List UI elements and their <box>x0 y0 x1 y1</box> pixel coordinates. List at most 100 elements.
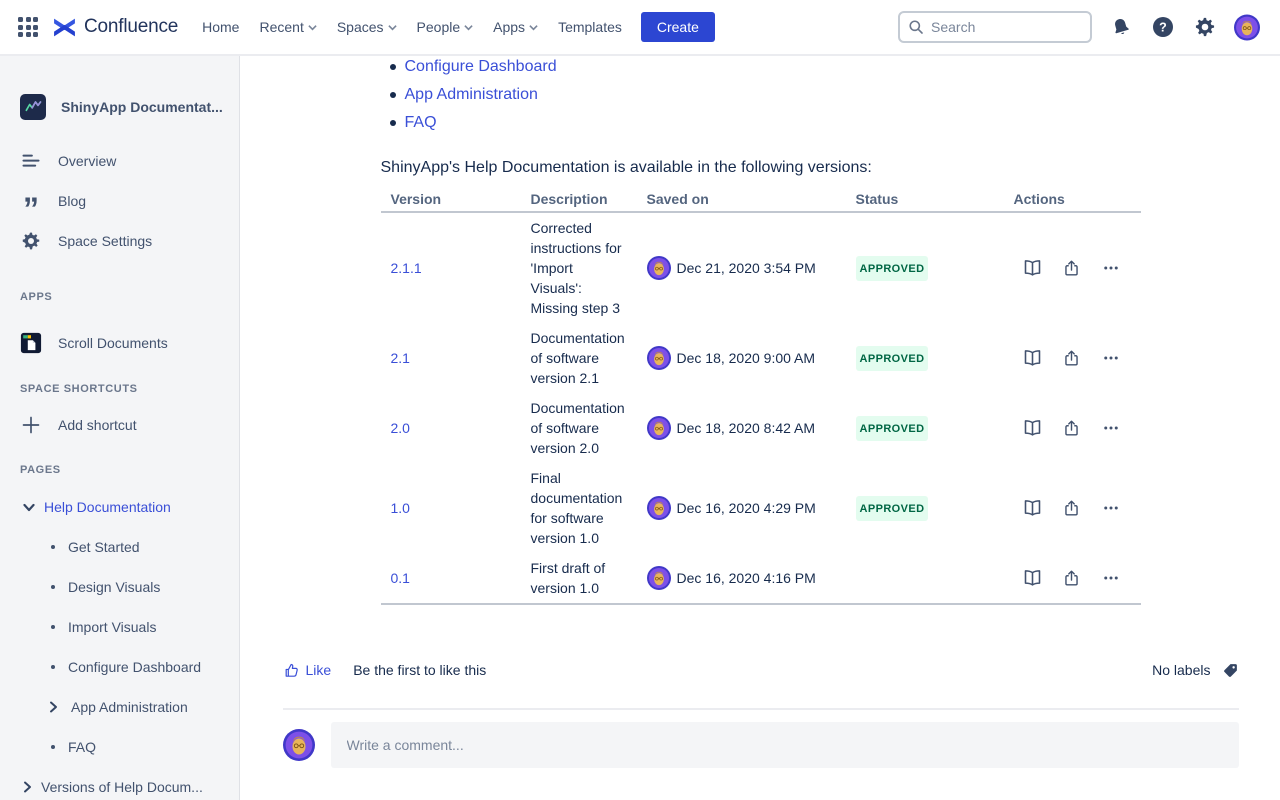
version-link[interactable]: 2.0 <box>391 420 410 436</box>
version-link[interactable]: 1.0 <box>391 500 410 516</box>
status-badge: APPROVED <box>856 416 929 441</box>
version-description: First draft of version 1.0 <box>531 560 606 596</box>
chevron-down-icon <box>464 24 473 31</box>
version-description: Documentation of software version 2.0 <box>531 400 625 456</box>
read-view-button[interactable] <box>1022 347 1044 369</box>
chevron-down-icon <box>308 24 317 31</box>
nav-home[interactable]: Home <box>193 11 248 43</box>
read-view-button[interactable] <box>1022 257 1044 279</box>
search-box[interactable] <box>898 11 1092 43</box>
saved-on-date: Dec 16, 2020 4:29 PM <box>677 498 816 518</box>
version-row: 1.0 Final documentation for software ver… <box>381 463 1141 553</box>
comment-input[interactable] <box>331 737 1239 753</box>
user-avatar[interactable] <box>1234 14 1260 40</box>
tag-icon <box>1222 662 1239 679</box>
version-row: 0.1 First draft of version 1.0 Dec 16, 2… <box>381 553 1141 603</box>
toc-item: Configure Dashboard <box>381 53 1141 81</box>
chevron-down-icon <box>23 503 35 512</box>
sidebar-item-label: Blog <box>58 193 86 209</box>
like-button[interactable]: Like <box>283 662 332 679</box>
bullet <box>51 545 55 549</box>
sidebar-item-overview[interactable]: Overview <box>0 141 239 181</box>
more-actions-button[interactable] <box>1100 567 1122 589</box>
comment-input-box[interactable] <box>331 722 1239 768</box>
export-button[interactable] <box>1061 497 1083 519</box>
export-share-icon <box>1062 569 1081 588</box>
bullet <box>51 585 55 589</box>
export-button[interactable] <box>1061 417 1083 439</box>
more-actions-icon <box>1102 259 1120 277</box>
version-row: 2.1 Documentation of software version 2.… <box>381 323 1141 393</box>
sidebar-item-scroll-documents[interactable]: Scroll Documents <box>0 323 239 363</box>
page-tree-label: Import Visuals <box>68 619 156 635</box>
sidebar-page-design-visuals[interactable]: Design Visuals <box>0 567 239 607</box>
toc-link-faq[interactable]: FAQ <box>405 109 437 137</box>
read-view-button[interactable] <box>1022 567 1044 589</box>
add-shortcut-button[interactable]: Add shortcut <box>0 405 239 445</box>
nav-templates[interactable]: Templates <box>549 11 631 43</box>
user-avatar <box>647 346 671 370</box>
page-tree-label: FAQ <box>68 739 96 755</box>
page-tree-label: Configure Dashboard <box>68 659 201 675</box>
settings-gear-icon[interactable] <box>1192 14 1218 40</box>
read-view-button[interactable] <box>1022 497 1044 519</box>
version-link[interactable]: 0.1 <box>391 570 410 586</box>
export-button[interactable] <box>1061 347 1083 369</box>
export-share-icon <box>1062 499 1081 518</box>
nav-spaces[interactable]: Spaces <box>328 11 406 43</box>
bullet <box>51 665 55 669</box>
toc-item: App Administration <box>381 81 1141 109</box>
toc-link-configure-dashboard[interactable]: Configure Dashboard <box>405 53 557 81</box>
export-button[interactable] <box>1061 567 1083 589</box>
logo-text: Confluence <box>84 16 178 38</box>
sidebar-page-get-started[interactable]: Get Started <box>0 527 239 567</box>
read-view-button[interactable] <box>1022 417 1044 439</box>
sidebar-page-app-administration[interactable]: App Administration <box>0 687 239 727</box>
search-input[interactable] <box>931 19 1071 35</box>
version-link[interactable]: 2.1 <box>391 350 410 366</box>
read-view-book-icon <box>1022 418 1043 439</box>
chevron-down-icon <box>529 24 538 31</box>
more-actions-button[interactable] <box>1100 257 1122 279</box>
saved-on-date: Dec 21, 2020 3:54 PM <box>677 258 816 278</box>
nav-recent[interactable]: Recent <box>250 11 325 43</box>
blog-quote-icon: ” <box>20 190 42 212</box>
like-hint: Be the first to like this <box>353 662 486 678</box>
space-header[interactable]: ShinyApp Documentat... <box>0 56 239 120</box>
app-switcher-icon[interactable] <box>14 13 42 41</box>
chevron-right-icon <box>23 781 32 793</box>
sidebar-page-faq[interactable]: FAQ <box>0 727 239 767</box>
sidebar-page-configure-dashboard[interactable]: Configure Dashboard <box>0 647 239 687</box>
version-row: 2.0 Documentation of software version 2.… <box>381 393 1141 463</box>
sidebar-item-space-settings[interactable]: Space Settings <box>0 221 239 261</box>
toc-item: FAQ <box>381 109 1141 137</box>
version-description: Corrected instructions for 'Import Visua… <box>531 220 622 316</box>
sidebar-page-help-documentation[interactable]: Help Documentation <box>0 487 239 527</box>
version-link[interactable]: 2.1.1 <box>391 260 422 276</box>
sidebar-page-versions[interactable]: Versions of Help Docum... <box>0 767 239 800</box>
more-actions-icon <box>1102 499 1120 517</box>
notifications-bell-icon[interactable] <box>1108 14 1134 40</box>
intro-paragraph: ShinyApp's Help Documentation is availab… <box>381 159 1141 177</box>
version-row: 2.1.1 Corrected instructions for 'Import… <box>381 212 1141 323</box>
more-actions-button[interactable] <box>1100 497 1122 519</box>
page-tree-label: Help Documentation <box>44 499 171 515</box>
help-icon[interactable]: ? <box>1150 14 1176 40</box>
labels-button[interactable]: No labels <box>1152 662 1238 679</box>
col-header-status: Status <box>846 183 1004 212</box>
top-navbar: Confluence Home Recent Spaces People App… <box>0 0 1280 56</box>
bullet <box>390 120 396 126</box>
more-actions-button[interactable] <box>1100 417 1122 439</box>
nav-apps[interactable]: Apps <box>484 11 547 43</box>
sidebar-page-import-visuals[interactable]: Import Visuals <box>0 607 239 647</box>
toc-link-app-administration[interactable]: App Administration <box>405 81 538 109</box>
nav-people[interactable]: People <box>408 11 483 43</box>
sidebar-item-blog[interactable]: ” Blog <box>0 181 239 221</box>
create-button[interactable]: Create <box>641 12 715 42</box>
like-label: Like <box>306 662 332 678</box>
bullet <box>390 92 396 98</box>
more-actions-button[interactable] <box>1100 347 1122 369</box>
confluence-logo[interactable]: Confluence <box>52 15 178 40</box>
labels-text: No labels <box>1152 662 1210 678</box>
export-button[interactable] <box>1061 257 1083 279</box>
